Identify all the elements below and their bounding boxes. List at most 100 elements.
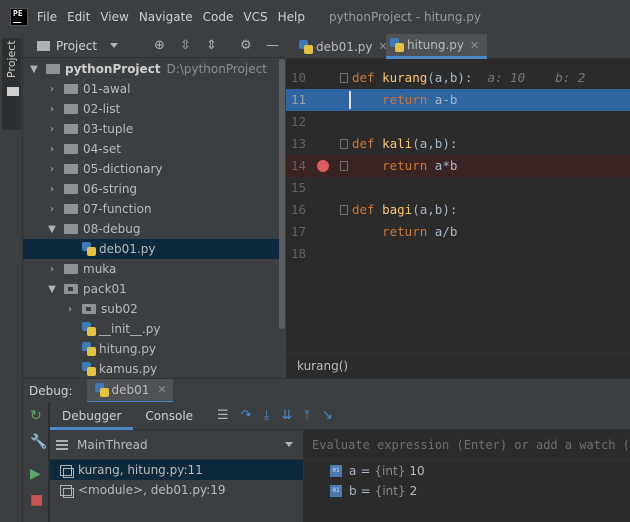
code-line-10[interactable]: 10 def kurang(a,b): a: 10 b: 2 [286,67,630,89]
step-into-my-code-icon[interactable]: ⇊ [281,408,292,423]
fold-marker-icon[interactable] [340,205,348,215]
thread-selector[interactable]: MainThread [50,430,303,460]
chevron-right-icon[interactable]: › [46,164,58,175]
variable-row-a[interactable]: 01 a = {int} 10 [330,461,425,481]
tree-item-muka[interactable]: › muka [23,259,279,279]
chevron-right-icon[interactable]: › [46,264,58,275]
tab-console[interactable]: Console [133,402,205,430]
code-line-18[interactable]: 18 [286,243,630,265]
wrench-icon[interactable]: 🔧 [30,434,47,450]
code-line-14[interactable]: 14 return a*b [286,155,630,177]
line-number: 15 [290,180,306,195]
python-file-icon [82,342,96,356]
tree-item-root[interactable]: ▼ pythonProject D:\pythonProject [23,59,279,79]
python-file-icon [299,39,313,54]
line-number: 16 [290,202,306,217]
chevron-right-icon[interactable]: › [46,184,58,195]
breakpoint-icon[interactable] [317,160,329,172]
chevron-down-icon[interactable] [285,442,293,447]
tree-item-07-function[interactable]: › 07-function [23,199,279,219]
project-view-selector[interactable]: Project [56,39,97,53]
code-line-13[interactable]: 13 def kali(a,b): [286,133,630,155]
tree-item-init-py[interactable]: __init__.py [23,319,279,339]
variable-type: {int} [374,464,406,478]
folder-icon [64,164,78,174]
fold-marker-icon[interactable] [340,139,348,149]
code-line-12[interactable]: 12 [286,111,630,133]
line-number: 11 [290,92,306,107]
menu-view[interactable]: View [100,10,128,24]
python-file-icon [82,242,96,256]
chevron-right-icon[interactable]: › [46,104,58,115]
expand-all-icon[interactable]: ⇳ [180,38,191,53]
tree-item-04-set[interactable]: › 04-set [23,139,279,159]
chevron-right-icon[interactable]: › [46,204,58,215]
tree-item-hitung-py[interactable]: hitung.py [23,339,279,359]
resume-icon[interactable]: ▶ [30,466,41,482]
menu-lines-icon[interactable]: ☰ [217,408,229,423]
code-text: def kurang(a,b): a: 10 b: 2 [352,70,586,85]
code-line-17[interactable]: 17 return a/b [286,221,630,243]
tab-label: hitung.py [407,38,465,52]
chevron-down-icon[interactable] [110,43,119,48]
tree-item-deb01-py[interactable]: deb01.py [23,239,279,259]
code-line-15[interactable]: 15 [286,177,630,199]
menu-edit[interactable]: Edit [67,10,90,24]
menu-code[interactable]: Code [203,10,234,24]
menu-vcs[interactable]: VCS [243,10,267,24]
tree-item-01-awal[interactable]: › 01-awal [23,79,279,99]
locate-icon[interactable]: ⊕ [154,38,165,53]
fold-marker-icon[interactable] [340,161,348,171]
code-editor[interactable]: 10 def kurang(a,b): a: 10 b: 2 11 return… [286,59,630,353]
rerun-icon[interactable]: ↻ [30,408,42,424]
package-folder-icon [82,304,96,314]
frame-row[interactable]: kurang, hitung.py:11 [50,460,303,480]
step-into-icon[interactable]: ⤓ [264,408,270,423]
tab-deb01-py[interactable]: deb01.py ✕ [295,34,394,59]
hide-icon[interactable]: — [266,38,279,53]
step-out-icon[interactable]: ⤒ [304,408,310,423]
tab-hitung-py[interactable]: hitung.py ✕ [386,34,488,59]
chevron-down-icon[interactable]: ▼ [28,64,40,75]
chevron-down-icon[interactable]: ▼ [46,224,58,235]
menu-file[interactable]: File [37,10,57,24]
stop-icon[interactable]: ■ [30,492,43,508]
pycharm-logo-icon: PE [10,8,28,26]
int-variable-icon: 01 [330,465,342,477]
tree-item-sub02[interactable]: › sub02 [23,299,279,319]
frame-row[interactable]: <module>, deb01.py:19 [50,480,303,500]
chevron-right-icon[interactable]: › [46,124,58,135]
close-icon[interactable]: ✕ [470,39,479,52]
tree-item-03-tuple[interactable]: › 03-tuple [23,119,279,139]
debug-session-tab[interactable]: deb01 ✕ [86,378,173,403]
evaluate-expression-input[interactable] [304,430,630,460]
menu-navigate[interactable]: Navigate [139,10,193,24]
project-tool-button[interactable]: Project [2,38,21,130]
code-line-11[interactable]: 11 return a-b [286,89,630,111]
project-tree-scrollbar[interactable] [279,59,285,329]
gear-icon[interactable]: ⚙ [240,38,252,53]
tree-item-06-string[interactable]: › 06-string [23,179,279,199]
code-text: return a*b [352,158,458,173]
chevron-right-icon[interactable]: › [46,84,58,95]
tree-item-label: __init__.py [99,322,161,336]
menu-help[interactable]: Help [278,10,305,24]
chevron-down-icon[interactable]: ▼ [46,284,58,295]
line-number: 10 [290,70,306,85]
tree-item-02-list[interactable]: › 02-list [23,99,279,119]
chevron-right-icon[interactable]: › [46,144,58,155]
fold-marker-icon[interactable] [340,73,348,83]
step-over-icon[interactable]: ↷ [241,408,252,423]
collapse-all-icon[interactable]: ⇕ [206,38,217,53]
run-to-cursor-icon[interactable]: ↘ [322,408,333,423]
tree-item-pack01[interactable]: ▼ pack01 [23,279,279,299]
tree-item-08-debug[interactable]: ▼ 08-debug [23,219,279,239]
code-line-16[interactable]: 16 def bagi(a,b): [286,199,630,221]
editor-breadcrumb[interactable]: kurang() [286,353,630,378]
tree-item-05-dictionary[interactable]: › 05-dictionary [23,159,279,179]
variable-row-b[interactable]: 01 b = {int} 2 [330,481,417,501]
tree-item-kamus-py[interactable]: kamus.py [23,359,279,379]
tab-debugger[interactable]: Debugger [50,402,134,430]
close-icon[interactable]: ✕ [157,383,166,396]
chevron-right-icon[interactable]: › [64,304,76,315]
